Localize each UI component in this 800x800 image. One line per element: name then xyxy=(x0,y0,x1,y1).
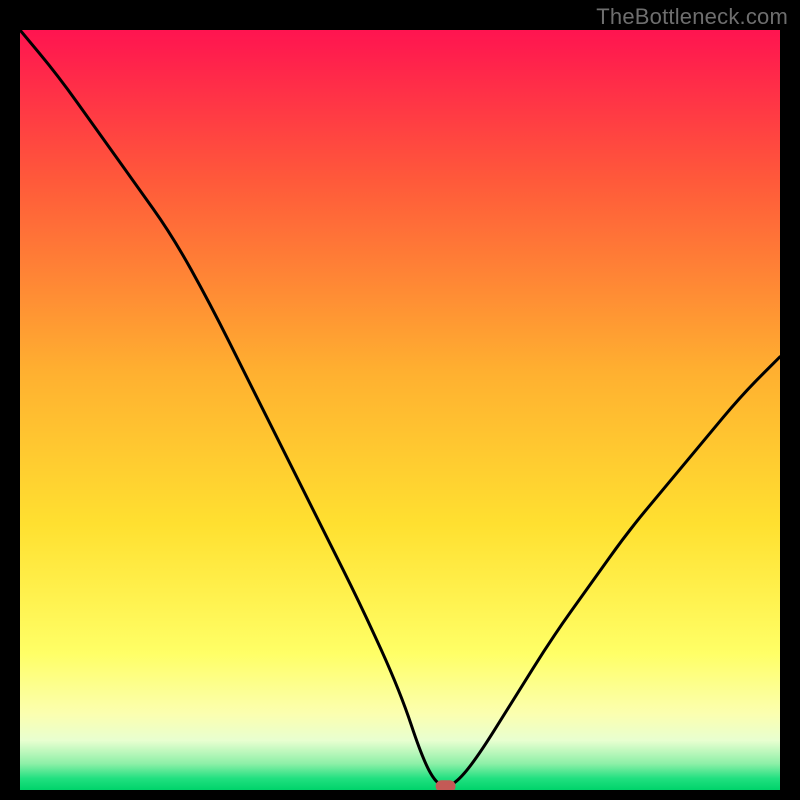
bottleneck-chart-svg xyxy=(20,30,780,790)
chart-frame: TheBottleneck.com xyxy=(0,0,800,800)
plot-area xyxy=(20,30,780,790)
optimal-point-marker xyxy=(436,780,456,790)
watermark-text: TheBottleneck.com xyxy=(596,4,788,30)
gradient-background xyxy=(20,30,780,790)
